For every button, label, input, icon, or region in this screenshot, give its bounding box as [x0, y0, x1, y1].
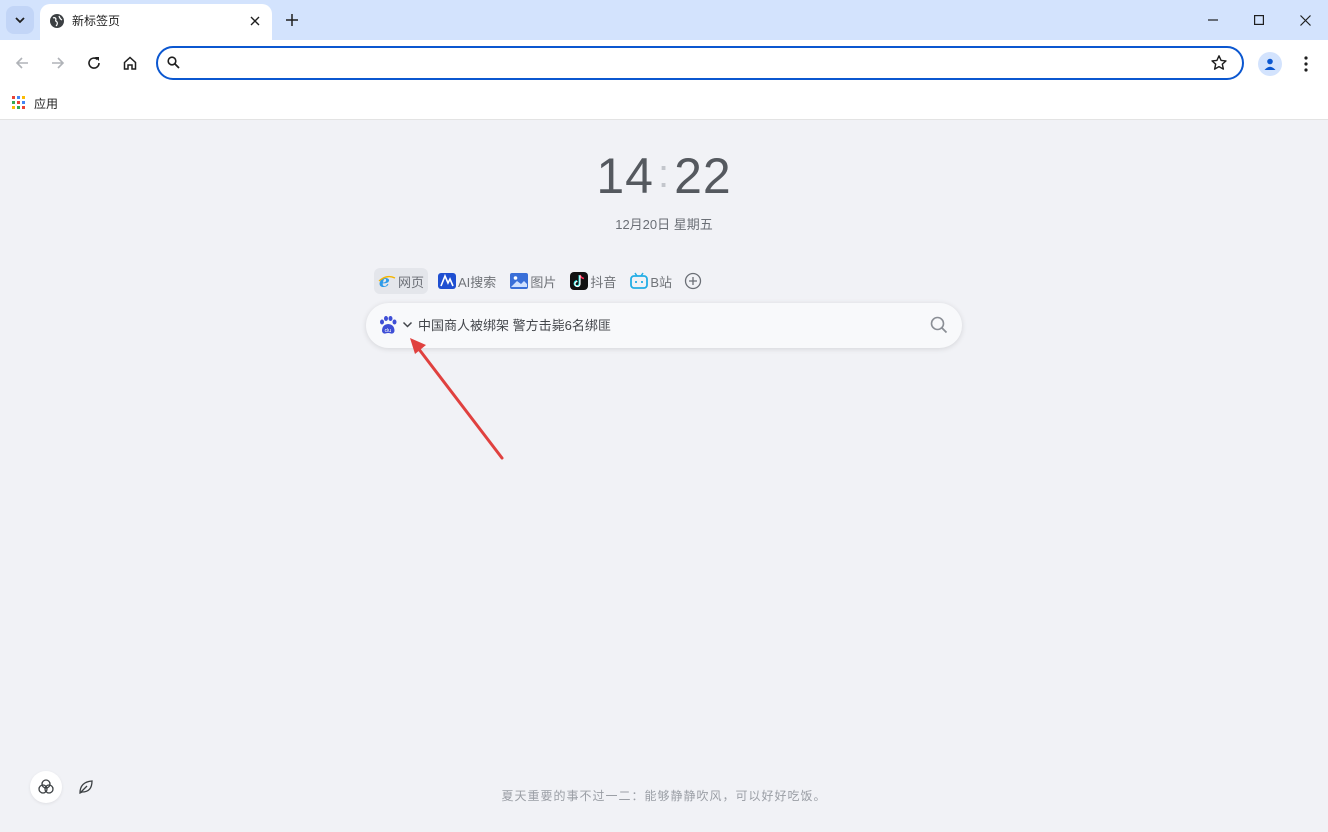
category-label: AI搜索 [458, 274, 497, 290]
forward-button[interactable] [44, 49, 72, 77]
arrow-left-icon [15, 57, 28, 69]
bilibili-icon [630, 272, 649, 290]
clock: 14:22 [0, 148, 1328, 208]
minimize-button[interactable] [1190, 0, 1236, 40]
clock-minutes: 22 [674, 148, 732, 204]
new-tab-button[interactable] [280, 8, 304, 32]
category-label: 抖音 [590, 274, 617, 290]
category-label: 网页 [398, 274, 425, 290]
ie-icon: e [378, 272, 396, 290]
category-label: B站 [650, 274, 673, 290]
close-icon [250, 16, 260, 26]
date-label: 12月20日 星期五 [615, 217, 713, 232]
close-window-button[interactable] [1282, 0, 1328, 40]
search-icon [167, 56, 180, 69]
add-category-button[interactable] [684, 272, 702, 290]
person-icon [1264, 58, 1276, 70]
search-icon[interactable] [930, 316, 948, 334]
category-tab-bilibili[interactable]: B站 [626, 268, 676, 294]
annotation-arrow [410, 338, 504, 460]
category-tab-ai-search[interactable]: AI搜索 [434, 268, 500, 294]
home-icon [123, 56, 137, 70]
daily-quote: 夏天重要的事不过一二：能够静静吹风，可以好好吃饭。 [501, 789, 827, 803]
minimize-icon [1208, 19, 1218, 21]
toolbar [0, 40, 1328, 86]
plus-circle-icon [684, 272, 702, 290]
globe-icon [50, 14, 64, 28]
apps-bookmark[interactable]: 应用 [12, 93, 58, 113]
more-vertical-icon [1304, 56, 1308, 72]
arrow-right-icon [52, 57, 65, 69]
close-icon [1299, 14, 1311, 26]
clock-separator: : [657, 152, 671, 196]
plus-icon [286, 14, 298, 26]
category-tab-douyin[interactable]: 抖音 [566, 268, 620, 294]
tab-search-button[interactable] [6, 6, 34, 34]
category-tab-web[interactable]: e 网页 [374, 268, 429, 294]
maximize-button[interactable] [1236, 0, 1282, 40]
reload-icon [88, 57, 100, 69]
svg-text:e: e [379, 272, 390, 290]
tab-close-button[interactable] [246, 12, 264, 30]
clock-hours: 14 [596, 148, 654, 204]
apps-label: 应用 [34, 96, 59, 111]
baidu-paw-icon[interactable]: du [378, 315, 398, 335]
svg-text:du: du [385, 328, 392, 334]
reload-button[interactable] [80, 49, 108, 77]
active-tab[interactable]: 新标签页 [40, 4, 272, 40]
category-tab-images[interactable]: 图片 [506, 268, 560, 294]
maximize-icon [1254, 15, 1264, 25]
tab-strip: 新标签页 [0, 0, 1328, 40]
engine-select-chevron-icon[interactable] [402, 319, 413, 330]
bookmark-star-icon[interactable] [1210, 54, 1228, 72]
chevron-down-icon [15, 17, 25, 24]
douyin-icon [570, 272, 589, 290]
bookmarks-bar: 应用 [0, 86, 1328, 120]
chrome-menu-button[interactable] [1296, 50, 1316, 78]
apps-grid-icon [12, 96, 26, 110]
profile-button[interactable] [1258, 52, 1282, 76]
address-input[interactable] [188, 52, 1188, 74]
image-icon [510, 272, 529, 290]
back-button[interactable] [8, 49, 36, 77]
home-button[interactable] [116, 49, 144, 77]
ai-search-icon [438, 272, 457, 290]
category-label: 图片 [530, 274, 557, 290]
tab-title: 新标签页 [72, 14, 121, 28]
search-category-tabs: e 网页 AI搜索 图片 抖音 B站 [374, 268, 702, 294]
address-bar[interactable] [156, 46, 1244, 80]
